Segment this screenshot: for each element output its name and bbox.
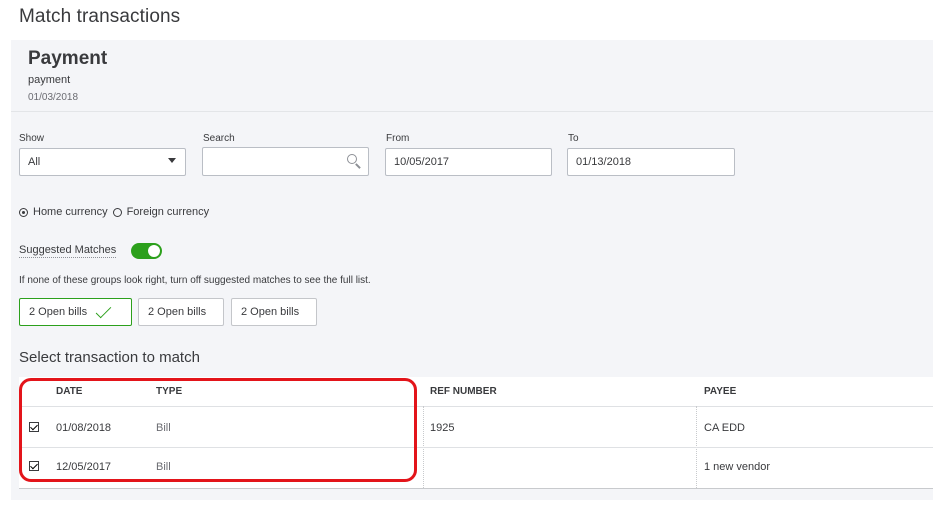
row-checkbox[interactable]	[29, 461, 39, 471]
row-payee: 1 new vendor	[704, 461, 771, 473]
chevron-down-icon	[168, 158, 176, 163]
show-dropdown-value: All	[28, 156, 41, 168]
row-ref-number: 1925	[430, 422, 455, 434]
transactions-table: DATE TYPE REF NUMBER PAYEE 01/08/2018 Bi…	[19, 377, 933, 489]
group-button-label: 2 Open bills	[241, 306, 300, 318]
modal-title: Match transactions	[19, 6, 181, 27]
to-date-value: 01/13/2018	[576, 156, 632, 168]
section-title: Select transaction to match	[19, 349, 200, 366]
column-header-date[interactable]: DATE	[56, 377, 82, 406]
from-label: From	[386, 133, 410, 144]
group-button-2[interactable]: 2 Open bills	[138, 298, 224, 326]
suggested-matches-label: Suggested Matches	[19, 244, 117, 258]
column-header-ref-number[interactable]: REF NUMBER	[430, 377, 497, 406]
row-date: 12/05/2017	[56, 461, 112, 473]
transaction-summary: Payment payment 01/03/2018	[11, 40, 933, 112]
to-label: To	[568, 133, 579, 144]
row-divider	[19, 447, 933, 448]
summary-title: Payment	[28, 48, 108, 69]
summary-date: 01/03/2018	[28, 92, 79, 103]
from-date-value: 10/05/2017	[394, 156, 450, 168]
row-checkbox[interactable]	[29, 422, 39, 432]
search-input[interactable]	[202, 147, 369, 176]
home-currency-radio[interactable]	[19, 207, 28, 217]
group-button-3[interactable]: 2 Open bills	[231, 298, 317, 326]
currency-options: Home currency Foreign currency	[19, 206, 209, 218]
group-button-label: 2 Open bills	[148, 306, 207, 318]
foreign-currency-label[interactable]: Foreign currency	[127, 206, 210, 218]
row-date: 01/08/2018	[56, 422, 112, 434]
row-type: Bill	[156, 422, 171, 434]
group-button-label: 2 Open bills	[29, 306, 88, 318]
search-label: Search	[203, 133, 235, 144]
show-label: Show	[19, 133, 45, 144]
to-date-field[interactable]: 01/13/2018	[567, 148, 735, 176]
row-payee: CA EDD	[704, 422, 745, 434]
column-header-payee[interactable]: PAYEE	[704, 377, 736, 406]
show-dropdown[interactable]: All	[19, 148, 186, 176]
suggested-matches-toggle[interactable]	[131, 243, 162, 259]
group-button-1[interactable]: 2 Open bills	[19, 298, 132, 326]
search-icon[interactable]	[346, 153, 362, 169]
summary-subtitle: payment	[28, 74, 71, 86]
from-date-field[interactable]: 10/05/2017	[385, 148, 552, 176]
header-divider	[19, 406, 933, 407]
column-header-type[interactable]: TYPE	[156, 377, 182, 406]
checkmark-icon	[94, 303, 112, 321]
foreign-currency-radio[interactable]	[112, 207, 122, 217]
suggested-matches-hint: If none of these groups look right, turn…	[19, 275, 371, 286]
home-currency-label[interactable]: Home currency	[33, 206, 108, 218]
row-type: Bill	[156, 461, 171, 473]
